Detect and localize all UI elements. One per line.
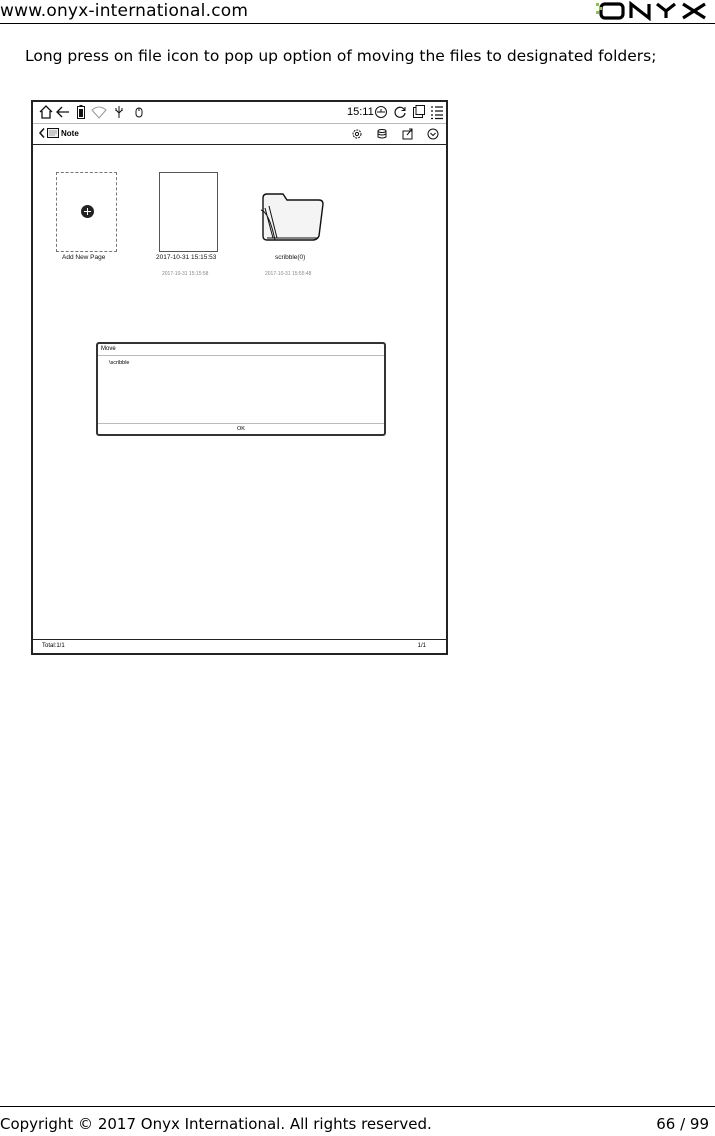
instruction-text: Long press on file icon to pop up option… <box>25 47 657 65</box>
home-icon[interactable] <box>38 104 54 120</box>
back-chevron-icon[interactable] <box>38 127 46 139</box>
back-arrow-icon[interactable] <box>55 104 71 120</box>
export-icon[interactable] <box>402 128 414 140</box>
bottom-bar: Total:1/1 1/1 <box>33 639 446 653</box>
wifi-icon <box>91 106 107 119</box>
dropdown-icon[interactable] <box>427 128 439 140</box>
status-bar: 15:11 <box>33 102 446 124</box>
onyx-logo-icon <box>596 0 706 22</box>
note-page-date: 2017-10-31 15:15:58 <box>162 271 209 277</box>
total-count: Total:1/1 <box>42 643 65 649</box>
move-dialog: Move \scribble OK <box>96 342 386 436</box>
refresh-icon[interactable] <box>393 104 407 120</box>
menu-list-icon[interactable] <box>430 104 444 120</box>
status-time: 15:11 <box>347 106 374 118</box>
screen-icon[interactable] <box>412 104 426 120</box>
footer-divider <box>0 1106 715 1107</box>
settings-icon[interactable] <box>351 128 363 140</box>
folder-icon[interactable] <box>259 188 325 242</box>
onyx-logo <box>595 0 713 22</box>
note-page-label: 2017-10-31 15:15:53 <box>156 254 217 261</box>
folder-label: scribble(0) <box>275 254 306 261</box>
touch-icon <box>135 107 143 118</box>
battery-icon <box>77 105 85 119</box>
add-plus-icon <box>81 205 94 218</box>
usb-icon <box>115 106 123 118</box>
add-new-page-label: Add New Page <box>62 254 106 261</box>
add-new-page-tile[interactable] <box>56 172 117 252</box>
dialog-title: Move <box>101 346 116 352</box>
copyright-text: Copyright © 2017 Onyx International. All… <box>0 1115 432 1133</box>
ok-button[interactable]: OK <box>98 424 384 435</box>
note-folder-icon <box>47 128 59 138</box>
note-page-thumbnail[interactable] <box>159 172 218 252</box>
database-icon[interactable] <box>377 128 389 140</box>
note-title: Note <box>61 129 79 138</box>
site-url[interactable]: www.onyx-international.com <box>0 1 248 21</box>
clock-icon[interactable] <box>374 104 388 120</box>
dialog-divider <box>98 355 384 356</box>
folder-date: 2017-10-31 15:55:48 <box>265 271 312 277</box>
page-number: 66 / 99 <box>656 1115 709 1133</box>
page-indicator[interactable]: 1/1 <box>418 643 426 649</box>
page-header: www.onyx-international.com <box>0 0 715 24</box>
dialog-folder-item[interactable]: \scribble <box>109 360 129 366</box>
device-screenshot: 15:11 Note Add New Page 2017-10-31 15:15… <box>31 100 448 655</box>
title-bar: Note <box>33 124 446 145</box>
